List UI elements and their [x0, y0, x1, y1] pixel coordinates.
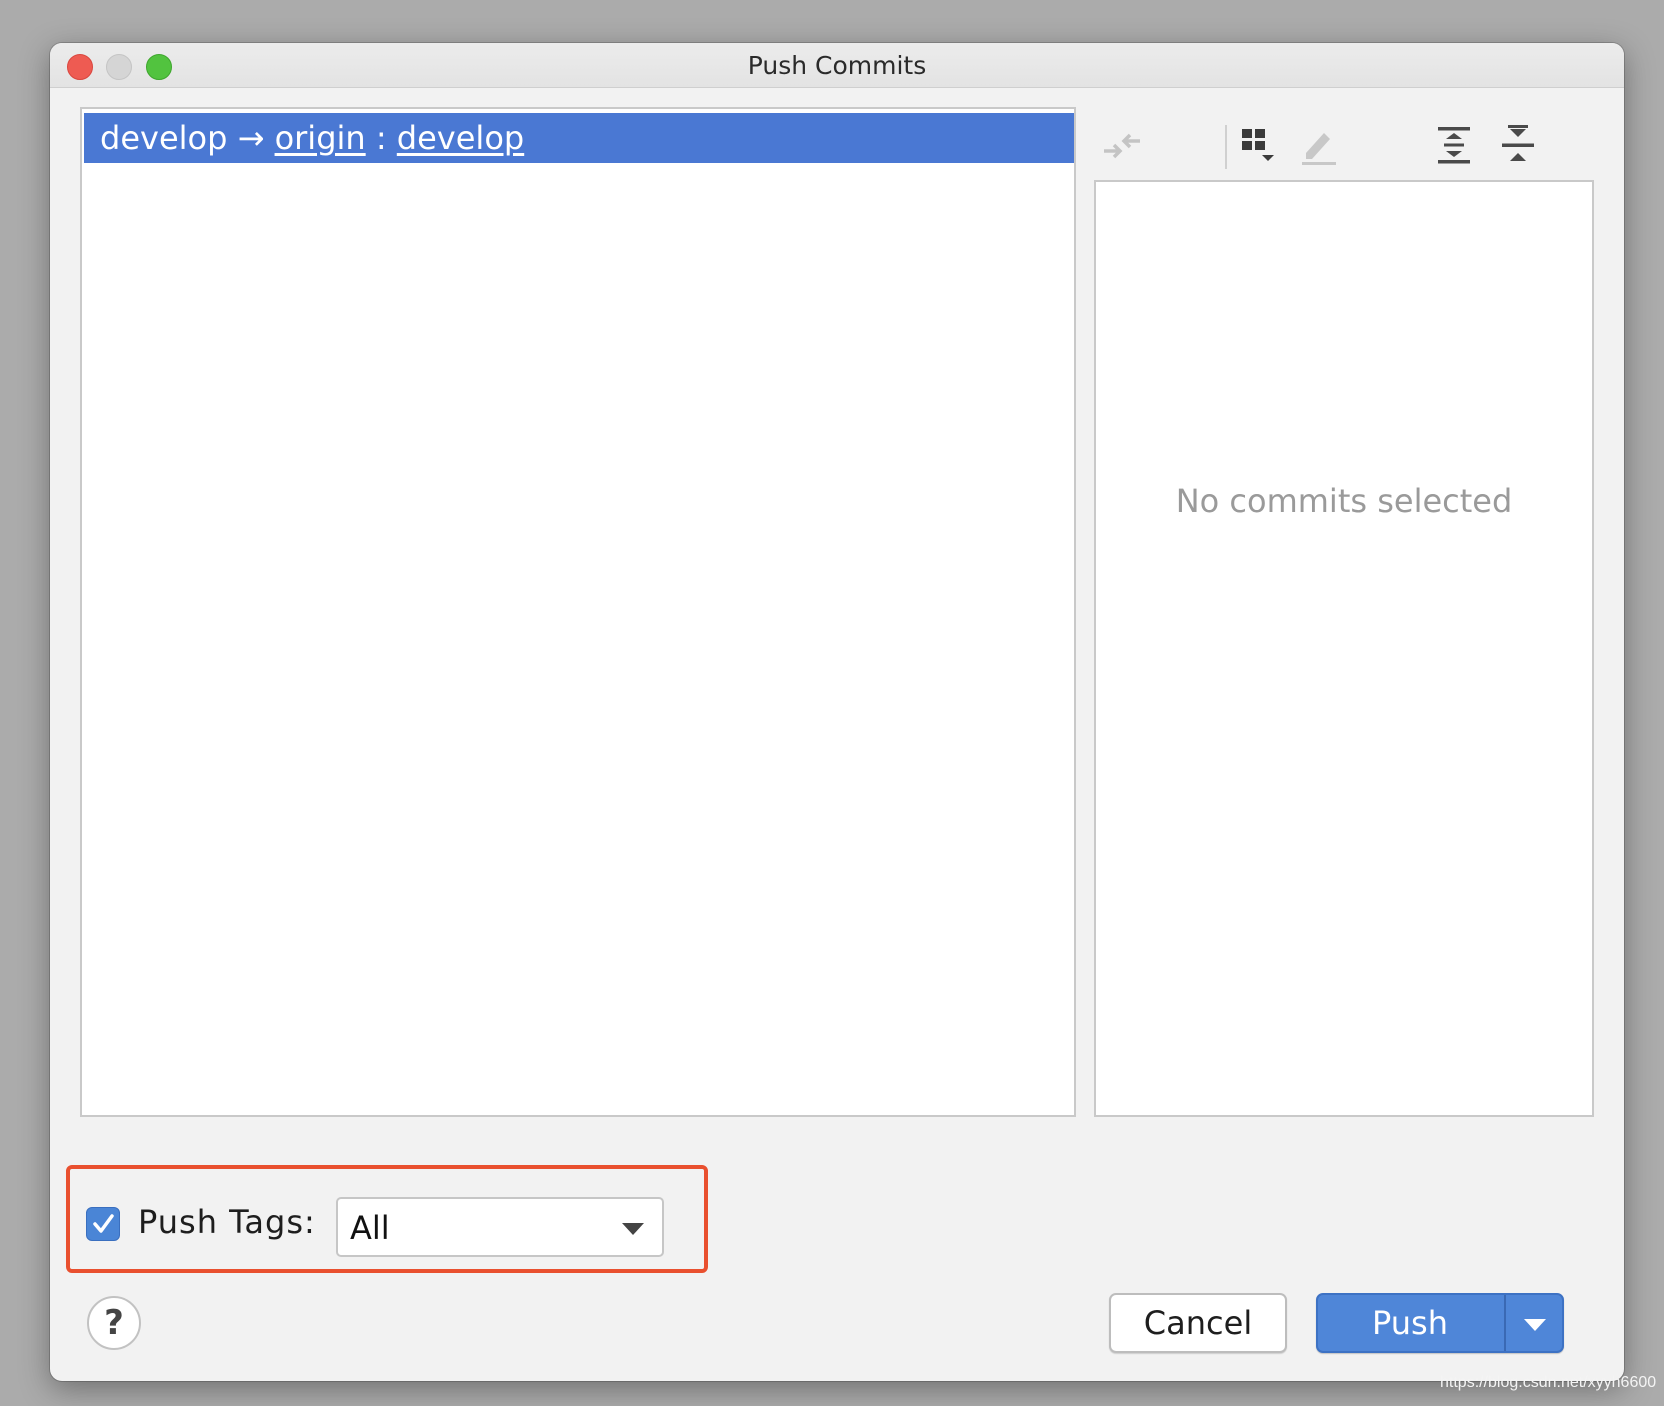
help-button[interactable]: ?: [87, 1296, 141, 1350]
remote-separator: :: [375, 119, 387, 157]
expand-all-icon[interactable]: [1432, 123, 1476, 167]
push-tags-selected-value: All: [350, 1209, 390, 1247]
remote-link[interactable]: origin: [275, 119, 366, 157]
checkmark-icon: [93, 1214, 114, 1233]
watermark-text: https://blog.csdn.net/xyyh6600: [1440, 1374, 1657, 1391]
branch-row-selected[interactable]: develop → origin : develop: [84, 113, 1074, 163]
push-button-divider: [1504, 1295, 1506, 1351]
title-bar: Push Commits: [50, 43, 1624, 88]
merge-arrows-icon[interactable]: [1100, 123, 1144, 167]
chevron-down-icon: [622, 1223, 644, 1235]
grid-options-icon[interactable]: [1238, 123, 1282, 167]
details-toolbar: [1100, 115, 1574, 183]
repository-tree-panel: develop → origin : develop: [80, 107, 1076, 1117]
push-button[interactable]: Push: [1316, 1293, 1564, 1353]
toolbar-separator: [1225, 125, 1227, 169]
empty-state-message: No commits selected: [1175, 482, 1513, 520]
push-tags-checkbox[interactable]: [86, 1207, 120, 1241]
push-arrow: →: [237, 119, 265, 157]
push-tags-select[interactable]: All: [336, 1197, 664, 1257]
push-button-label: Push: [1372, 1304, 1448, 1342]
push-options-dropdown-icon[interactable]: [1524, 1319, 1546, 1331]
remote-branch-link[interactable]: develop: [397, 119, 524, 157]
edit-pencil-icon[interactable]: [1296, 123, 1340, 167]
local-branch-label: develop: [100, 119, 228, 157]
push-commits-dialog: Push Commits develop → origin : develop: [50, 43, 1624, 1381]
window-title: Push Commits: [747, 51, 927, 80]
collapse-all-icon[interactable]: [1496, 123, 1540, 167]
cancel-button[interactable]: Cancel: [1109, 1293, 1287, 1353]
commit-details-panel: No commits selected: [1094, 180, 1594, 1117]
push-tags-label: Push Tags:: [138, 1203, 316, 1241]
